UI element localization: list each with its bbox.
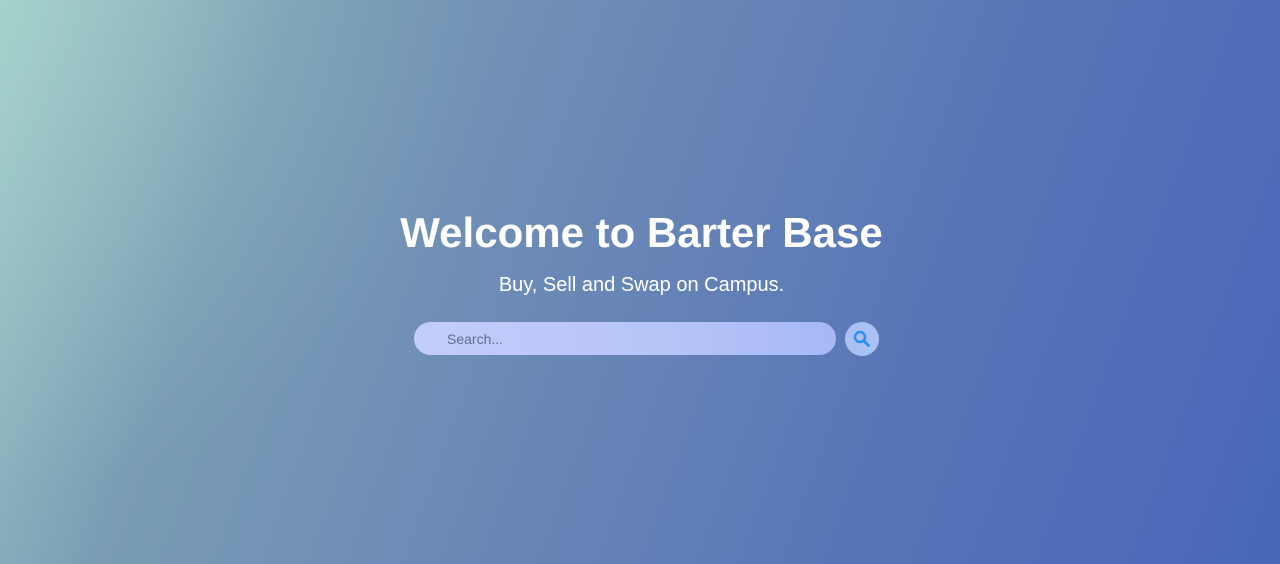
search-input[interactable]: [414, 322, 836, 355]
search-icon: [853, 330, 870, 347]
page-title: Welcome to Barter Base: [400, 209, 883, 256]
page-subtitle: Buy, Sell and Swap on Campus.: [498, 274, 785, 296]
hero-section: Welcome to Barter Base Buy, Sell and Swa…: [0, 0, 1280, 564]
search-button[interactable]: [845, 322, 879, 356]
